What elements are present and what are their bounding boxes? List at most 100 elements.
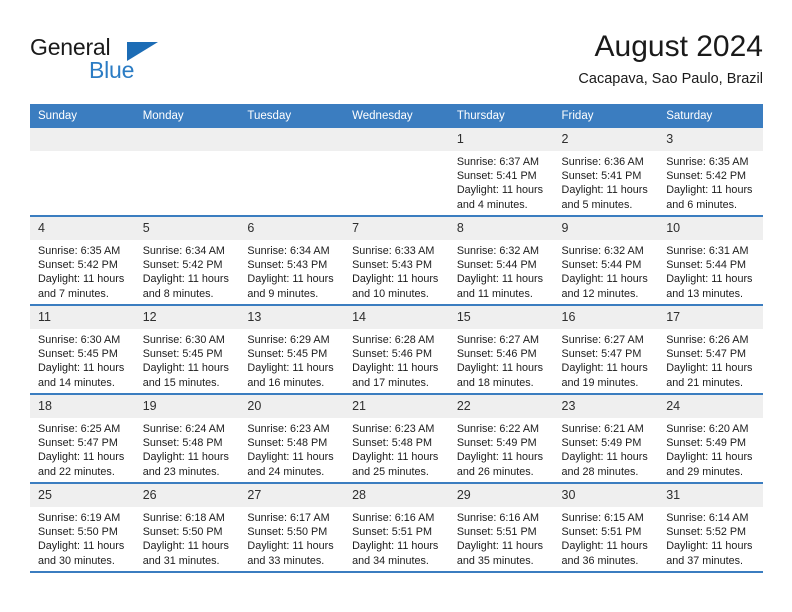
day-info: Sunrise: 6:27 AM Sunset: 5:47 PM Daylight:… <box>554 329 659 390</box>
day-info: Sunrise: 6:20 AM Sunset: 5:49 PM Daylight:… <box>658 418 763 479</box>
daylight-text-line1: Daylight: 11 hours <box>456 451 544 464</box>
calendar-day-cell[interactable]: 7 Sunrise: 6:33 AM Sunset: 5:43 PM Daylight… <box>344 216 449 306</box>
calendar-day-cell[interactable]: 2 Sunrise: 6:36 AM Sunset: 5:41 PM Daylight… <box>553 128 659 217</box>
daylight-text-line1: Daylight: 11 hours <box>352 362 439 375</box>
daylight-text-line1: Daylight: 11 hours <box>456 362 544 375</box>
sunrise-text: Sunrise: 6:36 AM <box>561 156 644 168</box>
day-info: Sunrise: 6:21 AM Sunset: 5:49 PM Daylight:… <box>554 418 659 479</box>
day-number: 28 <box>344 484 449 507</box>
calendar-week-row: 25 Sunrise: 6:19 AM Sunset: 5:50 PM Dayligh… <box>30 483 763 573</box>
calendar-day-cell-empty <box>30 128 135 217</box>
calendar-day-cell-empty <box>344 128 449 217</box>
calendar-day-cell[interactable]: 3 Sunrise: 6:35 AM Sunset: 5:42 PM Daylight… <box>658 128 763 217</box>
daylight-text-line1: Daylight: 11 hours <box>247 273 334 286</box>
calendar-day-cell[interactable]: 10 Sunrise: 6:31 AM Sunset: 5:44 PM Dayligh… <box>658 216 763 306</box>
daylight-text-line2: and 33 minutes. <box>247 554 325 567</box>
calendar-day-cell[interactable]: 18 Sunrise: 6:25 AM Sunset: 5:47 PM Dayligh… <box>30 394 135 484</box>
day-number: 1 <box>448 128 554 151</box>
daylight-text-line1: Daylight: 11 hours <box>352 273 439 286</box>
day-number: 3 <box>658 128 763 151</box>
calendar-day-cell[interactable]: 23 Sunrise: 6:21 AM Sunset: 5:49 PM Dayligh… <box>553 394 659 484</box>
sunrise-text: Sunrise: 6:22 AM <box>456 423 540 435</box>
sunset-text: Sunset: 5:49 PM <box>666 437 747 450</box>
sunrise-text: Sunrise: 6:14 AM <box>666 512 749 524</box>
day-info: Sunrise: 6:17 AM Sunset: 5:50 PM Daylight:… <box>239 507 344 568</box>
calendar-day-cell[interactable]: 9 Sunrise: 6:32 AM Sunset: 5:44 PM Daylight… <box>553 216 659 306</box>
daylight-text-line2: and 19 minutes. <box>561 376 639 389</box>
daylight-text-line2: and 4 minutes. <box>456 198 528 211</box>
general-blue-logo[interactable]: General Blue <box>30 34 230 86</box>
day-number: 7 <box>344 217 449 240</box>
sunset-text: Sunset: 5:45 PM <box>142 348 223 361</box>
calendar-day-cell[interactable]: 6 Sunrise: 6:34 AM Sunset: 5:43 PM Daylight… <box>239 216 345 306</box>
weekday-header-monday: Monday <box>134 104 240 128</box>
day-number: 17 <box>658 306 763 329</box>
sunrise-text: Sunrise: 6:34 AM <box>247 245 330 257</box>
calendar-body: 1 Sunrise: 6:37 AM Sunset: 5:41 PM Daylight… <box>30 128 763 573</box>
sunrise-text: Sunrise: 6:23 AM <box>352 423 435 435</box>
sunrise-text: Sunrise: 6:32 AM <box>561 245 644 257</box>
calendar-day-cell[interactable]: 19 Sunrise: 6:24 AM Sunset: 5:48 PM Dayligh… <box>134 394 240 484</box>
calendar-day-cell[interactable]: 24 Sunrise: 6:20 AM Sunset: 5:49 PM Dayligh… <box>658 394 763 484</box>
calendar-day-cell[interactable]: 15 Sunrise: 6:27 AM Sunset: 5:46 PM Dayligh… <box>448 305 554 395</box>
calendar-day-cell[interactable]: 26 Sunrise: 6:18 AM Sunset: 5:50 PM Dayligh… <box>134 483 240 573</box>
calendar-day-cell[interactable]: 28 Sunrise: 6:16 AM Sunset: 5:51 PM Dayligh… <box>344 483 449 573</box>
calendar-day-cell[interactable]: 31 Sunrise: 6:14 AM Sunset: 5:52 PM Dayligh… <box>658 483 763 573</box>
day-info: Sunrise: 6:15 AM Sunset: 5:51 PM Daylight:… <box>554 507 659 568</box>
calendar-day-cell[interactable]: 4 Sunrise: 6:35 AM Sunset: 5:42 PM Daylight… <box>30 216 135 306</box>
day-info: Sunrise: 6:19 AM Sunset: 5:50 PM Daylight:… <box>30 507 135 568</box>
daylight-text-line2: and 6 minutes. <box>666 198 738 211</box>
day-info: Sunrise: 6:16 AM Sunset: 5:51 PM Daylight:… <box>344 507 449 568</box>
day-number: 23 <box>553 395 659 418</box>
daylight-text-line1: Daylight: 11 hours <box>38 273 125 286</box>
day-info: Sunrise: 6:25 AM Sunset: 5:47 PM Daylight:… <box>30 418 135 479</box>
day-info: Sunrise: 6:23 AM Sunset: 5:48 PM Daylight:… <box>239 418 344 479</box>
calendar-day-cell[interactable]: 12 Sunrise: 6:30 AM Sunset: 5:45 PM Dayligh… <box>134 305 240 395</box>
daylight-text-line2: and 17 minutes. <box>352 376 429 389</box>
calendar-day-cell[interactable]: 11 Sunrise: 6:30 AM Sunset: 5:45 PM Dayligh… <box>30 305 135 395</box>
daylight-text-line1: Daylight: 11 hours <box>247 451 334 464</box>
daylight-text-line2: and 15 minutes. <box>142 376 220 389</box>
calendar-day-cell[interactable]: 21 Sunrise: 6:23 AM Sunset: 5:48 PM Dayligh… <box>344 394 449 484</box>
daylight-text-line2: and 5 minutes. <box>561 198 633 211</box>
day-number: 26 <box>134 484 240 507</box>
calendar-day-cell[interactable]: 27 Sunrise: 6:17 AM Sunset: 5:50 PM Dayligh… <box>239 483 345 573</box>
daylight-text-line2: and 11 minutes. <box>456 287 533 300</box>
daylight-text-line2: and 28 minutes. <box>561 465 639 478</box>
calendar-day-cell[interactable]: 8 Sunrise: 6:32 AM Sunset: 5:44 PM Daylight… <box>448 216 554 306</box>
day-info: Sunrise: 6:33 AM Sunset: 5:43 PM Daylight:… <box>344 240 449 301</box>
calendar-day-cell[interactable]: 5 Sunrise: 6:34 AM Sunset: 5:42 PM Daylight… <box>134 216 240 306</box>
sunset-text: Sunset: 5:44 PM <box>456 259 537 272</box>
sunset-text: Sunset: 5:45 PM <box>38 348 118 361</box>
calendar-week-row: 11 Sunrise: 6:30 AM Sunset: 5:45 PM Dayligh… <box>30 305 763 395</box>
calendar-day-cell[interactable]: 25 Sunrise: 6:19 AM Sunset: 5:50 PM Dayligh… <box>30 483 135 573</box>
daylight-text-line1: Daylight: 11 hours <box>38 451 125 464</box>
calendar-day-cell[interactable]: 16 Sunrise: 6:27 AM Sunset: 5:47 PM Dayligh… <box>553 305 659 395</box>
calendar-day-cell[interactable]: 1 Sunrise: 6:37 AM Sunset: 5:41 PM Daylight… <box>448 128 554 217</box>
daylight-text-line1: Daylight: 11 hours <box>142 540 229 553</box>
calendar-day-cell[interactable]: 29 Sunrise: 6:16 AM Sunset: 5:51 PM Dayligh… <box>448 483 554 573</box>
daylight-text-line1: Daylight: 11 hours <box>456 540 544 553</box>
day-number <box>30 128 135 151</box>
daylight-text-line2: and 35 minutes. <box>456 554 534 567</box>
sunrise-text: Sunrise: 6:19 AM <box>38 512 121 524</box>
day-number: 31 <box>658 484 763 507</box>
calendar-day-cell[interactable]: 20 Sunrise: 6:23 AM Sunset: 5:48 PM Dayligh… <box>239 394 345 484</box>
day-number: 29 <box>448 484 554 507</box>
calendar-day-cell[interactable]: 17 Sunrise: 6:26 AM Sunset: 5:47 PM Dayligh… <box>658 305 763 395</box>
calendar-day-cell[interactable]: 22 Sunrise: 6:22 AM Sunset: 5:49 PM Dayligh… <box>448 394 554 484</box>
day-info: Sunrise: 6:36 AM Sunset: 5:41 PM Daylight:… <box>554 151 659 212</box>
daylight-text-line2: and 30 minutes. <box>38 554 115 567</box>
day-info: Sunrise: 6:34 AM Sunset: 5:43 PM Daylight:… <box>239 240 344 301</box>
daylight-text-line1: Daylight: 11 hours <box>247 540 334 553</box>
day-info: Sunrise: 6:27 AM Sunset: 5:46 PM Daylight:… <box>449 329 554 390</box>
calendar-day-cell[interactable]: 13 Sunrise: 6:29 AM Sunset: 5:45 PM Dayligh… <box>239 305 345 395</box>
daylight-text-line1: Daylight: 11 hours <box>142 273 229 286</box>
daylight-text-line2: and 26 minutes. <box>456 465 534 478</box>
sunset-text: Sunset: 5:51 PM <box>561 526 642 539</box>
day-number: 14 <box>344 306 449 329</box>
sunrise-text: Sunrise: 6:18 AM <box>142 512 225 524</box>
calendar-day-cell[interactable]: 14 Sunrise: 6:28 AM Sunset: 5:46 PM Dayligh… <box>344 305 449 395</box>
calendar-day-cell[interactable]: 30 Sunrise: 6:15 AM Sunset: 5:51 PM Dayligh… <box>553 483 659 573</box>
day-info: Sunrise: 6:34 AM Sunset: 5:42 PM Daylight:… <box>135 240 240 301</box>
